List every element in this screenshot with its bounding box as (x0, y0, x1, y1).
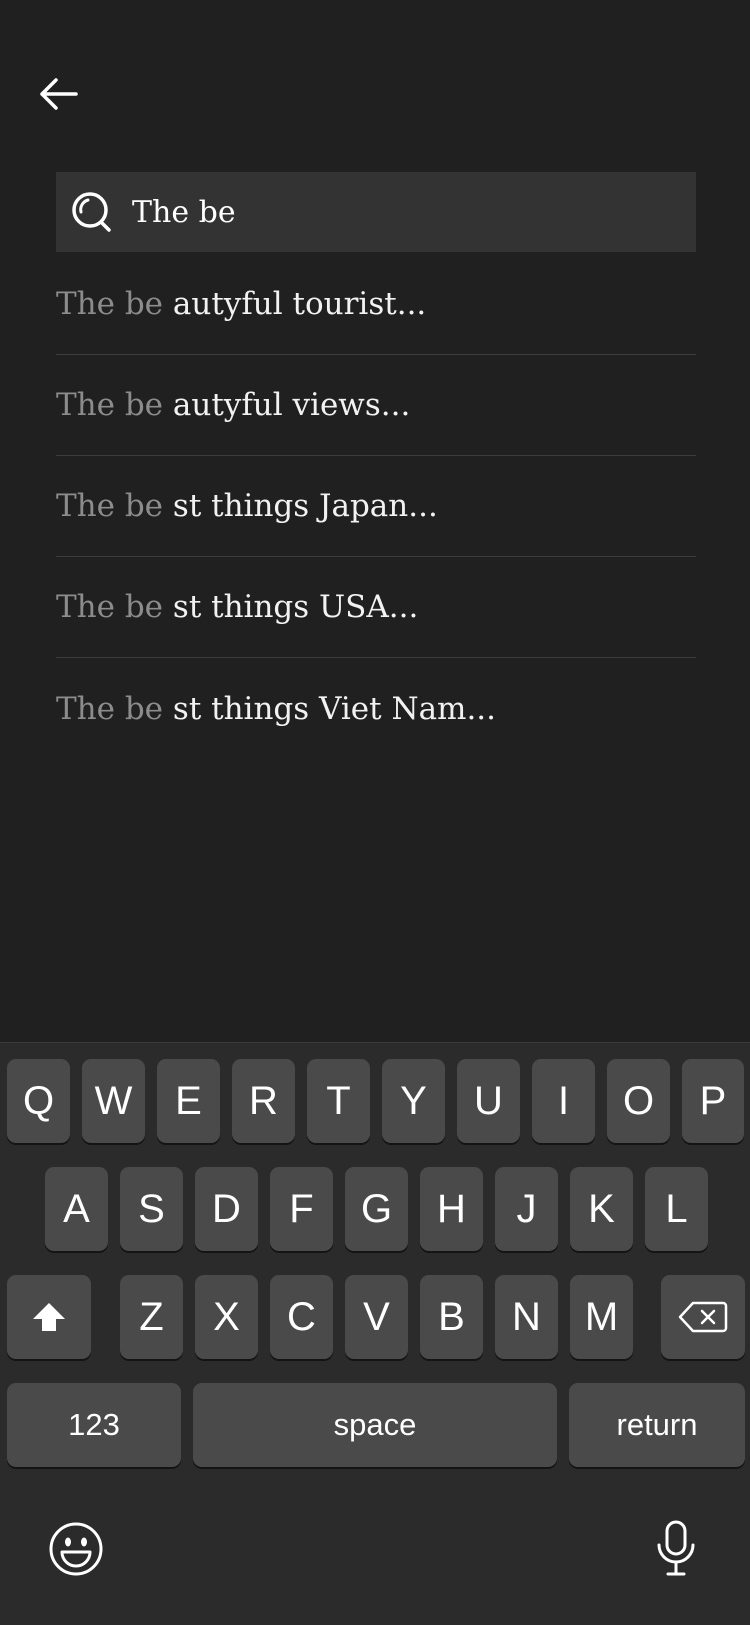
key-a[interactable]: A (45, 1167, 108, 1251)
suggestion-item[interactable]: The be autyful views... (56, 355, 696, 456)
key-l[interactable]: L (645, 1167, 708, 1251)
search-icon (68, 188, 120, 240)
shift-key[interactable] (7, 1275, 91, 1359)
key-s[interactable]: S (120, 1167, 183, 1251)
key-z[interactable]: Z (120, 1275, 183, 1359)
suggestion-typed-text: The be (56, 589, 164, 625)
key-d[interactable]: D (195, 1167, 258, 1251)
key-g[interactable]: G (345, 1167, 408, 1251)
microphone-button[interactable] (654, 1519, 698, 1579)
key-h[interactable]: H (420, 1167, 483, 1251)
delete-key[interactable] (661, 1275, 745, 1359)
emoji-icon (49, 1522, 103, 1576)
suggestion-typed-text: The be (56, 690, 164, 727)
key-w[interactable]: W (82, 1059, 145, 1143)
key-v[interactable]: V (345, 1275, 408, 1359)
microphone-icon (657, 1520, 695, 1576)
space-key[interactable]: space (193, 1383, 557, 1467)
key-n[interactable]: N (495, 1275, 558, 1359)
suggestion-completion-text: autyful views... (172, 387, 411, 423)
key-i[interactable]: I (532, 1059, 595, 1143)
key-b[interactable]: B (420, 1275, 483, 1359)
return-key[interactable]: return (569, 1383, 745, 1467)
suggestion-completion-text: autyful tourist... (172, 286, 427, 322)
key-c[interactable]: C (270, 1275, 333, 1359)
suggestion-item[interactable]: The be autyful tourist... (56, 254, 696, 355)
key-r[interactable]: R (232, 1059, 295, 1143)
suggestion-item[interactable]: The be st things USA... (56, 557, 696, 658)
suggestion-completion-text: st things Japan... (172, 488, 438, 524)
backspace-icon (678, 1301, 728, 1333)
suggestion-list: The be autyful tourist... The be autyful… (56, 254, 696, 759)
emoji-button[interactable] (48, 1521, 104, 1577)
arrow-left-icon (40, 78, 78, 110)
suggestion-typed-text: The be (56, 286, 164, 322)
key-e[interactable]: E (157, 1059, 220, 1143)
key-k[interactable]: K (570, 1167, 633, 1251)
key-f[interactable]: F (270, 1167, 333, 1251)
key-p[interactable]: P (682, 1059, 744, 1143)
key-m[interactable]: M (570, 1275, 633, 1359)
suggestion-item[interactable]: The be st things Viet Nam... (56, 658, 696, 759)
key-j[interactable]: J (495, 1167, 558, 1251)
search-input[interactable] (126, 182, 692, 242)
key-x[interactable]: X (195, 1275, 258, 1359)
key-q[interactable]: Q (7, 1059, 70, 1143)
back-button[interactable] (34, 70, 82, 118)
key-y[interactable]: Y (382, 1059, 445, 1143)
suggestion-completion-text: st things Viet Nam... (172, 690, 497, 727)
key-u[interactable]: U (457, 1059, 520, 1143)
search-bar[interactable] (56, 172, 696, 252)
key-t[interactable]: T (307, 1059, 370, 1143)
suggestion-completion-text: st things USA... (172, 589, 419, 625)
suggestion-typed-text: The be (56, 488, 164, 524)
suggestion-item[interactable]: The be st things Japan... (56, 456, 696, 557)
suggestion-typed-text: The be (56, 387, 164, 423)
numbers-key[interactable]: 123 (7, 1383, 181, 1467)
on-screen-keyboard: Q W E R T Y U I O P A S D F G H J K L Z … (0, 1042, 750, 1625)
key-o[interactable]: O (607, 1059, 670, 1143)
shift-icon (33, 1303, 65, 1331)
